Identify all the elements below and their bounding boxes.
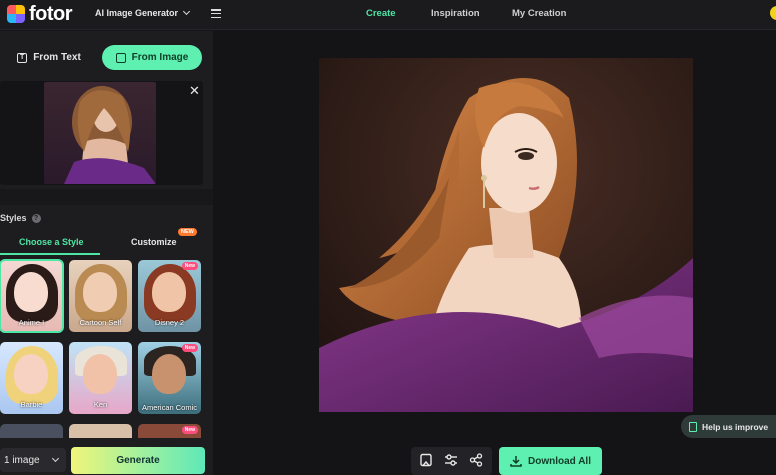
style-face [14, 272, 48, 312]
style-card-american-comic[interactable]: New American Comic [138, 342, 201, 414]
style-card-anime[interactable]: Anime I [0, 259, 64, 333]
style-label: Ken [93, 400, 108, 409]
tab-customize[interactable]: Customize [131, 237, 177, 247]
top-bar: fotor AI Image Generator Create Inspirat… [0, 0, 776, 30]
style-card-ken[interactable]: Ken [69, 342, 132, 414]
nav-inspiration[interactable]: Inspiration [431, 8, 480, 19]
style-label: American Comic [141, 403, 197, 412]
active-tab-underline [0, 253, 100, 255]
bookmark-icon[interactable] [419, 453, 433, 467]
new-badge: New [181, 262, 198, 270]
style-label: Cartoon Self [79, 318, 122, 327]
tab-from-text[interactable]: T From Text [6, 45, 92, 70]
adjust-sliders-icon[interactable] [444, 453, 458, 467]
user-avatar[interactable] [770, 6, 776, 20]
logo-text: fotor [29, 3, 73, 25]
feedback-icon [689, 421, 697, 432]
style-face [83, 272, 117, 312]
image-count-value: 1 image [4, 454, 40, 466]
fotor-logo[interactable]: fotor [7, 3, 73, 25]
style-label: Barbie [20, 400, 43, 409]
style-face [152, 354, 186, 394]
nav-create[interactable]: Create [366, 8, 396, 19]
style-card-disney-2[interactable]: New Disney 2 [138, 260, 201, 332]
help-us-improve-label: Help us improve [702, 421, 769, 432]
mode-tabs: T From Text From Image [0, 45, 213, 71]
image-icon [115, 52, 126, 63]
generate-button[interactable]: Generate [71, 447, 205, 474]
tool-select-dropdown[interactable]: AI Image Generator [95, 7, 191, 18]
style-face [152, 272, 186, 312]
chevron-down-icon [51, 454, 60, 463]
help-us-improve-button[interactable]: Help us improve [681, 415, 776, 438]
text-icon: T [17, 52, 28, 63]
share-icon[interactable] [469, 453, 483, 467]
style-label: Anime I [18, 318, 45, 327]
tab-from-image-label: From Image [131, 52, 189, 63]
uploaded-image-area[interactable]: ✕ [0, 81, 203, 185]
remove-image-close-icon[interactable]: ✕ [189, 84, 200, 97]
left-panel: T From Text From Image ✕ Styles ? Choose… [0, 31, 213, 475]
uploaded-image-thumbnail [44, 82, 156, 184]
styles-heading-text: Styles [0, 213, 27, 223]
customize-new-badge: NEW [178, 228, 197, 236]
download-all-button[interactable]: Download All [499, 447, 602, 475]
section-divider [0, 189, 213, 205]
download-all-label: Download All [528, 455, 591, 467]
styles-heading: Styles ? [0, 213, 41, 223]
generated-image[interactable] [319, 58, 693, 412]
tab-from-image[interactable]: From Image [102, 45, 202, 70]
image-toolbar [411, 447, 492, 475]
fotor-logo-icon [7, 5, 25, 23]
tab-from-text-label: From Text [33, 52, 81, 63]
style-card-barbie[interactable]: Barbie [0, 342, 63, 414]
chevron-down-icon [182, 7, 191, 16]
style-card-cartoon-self[interactable]: Cartoon Self [69, 260, 132, 332]
tab-choose-style[interactable]: Choose a Style [19, 237, 84, 247]
new-badge: New [181, 344, 198, 352]
download-icon [510, 456, 522, 467]
style-face [83, 354, 117, 394]
tool-select-label: AI Image Generator [95, 8, 179, 18]
nav-my-creation[interactable]: My Creation [512, 8, 566, 19]
style-face [14, 354, 48, 394]
image-count-select[interactable]: 1 image [0, 448, 66, 472]
new-badge: New [181, 426, 198, 434]
style-label: Disney 2 [154, 318, 185, 327]
help-question-icon[interactable]: ? [31, 213, 41, 223]
hamburger-menu-icon[interactable] [211, 9, 221, 19]
